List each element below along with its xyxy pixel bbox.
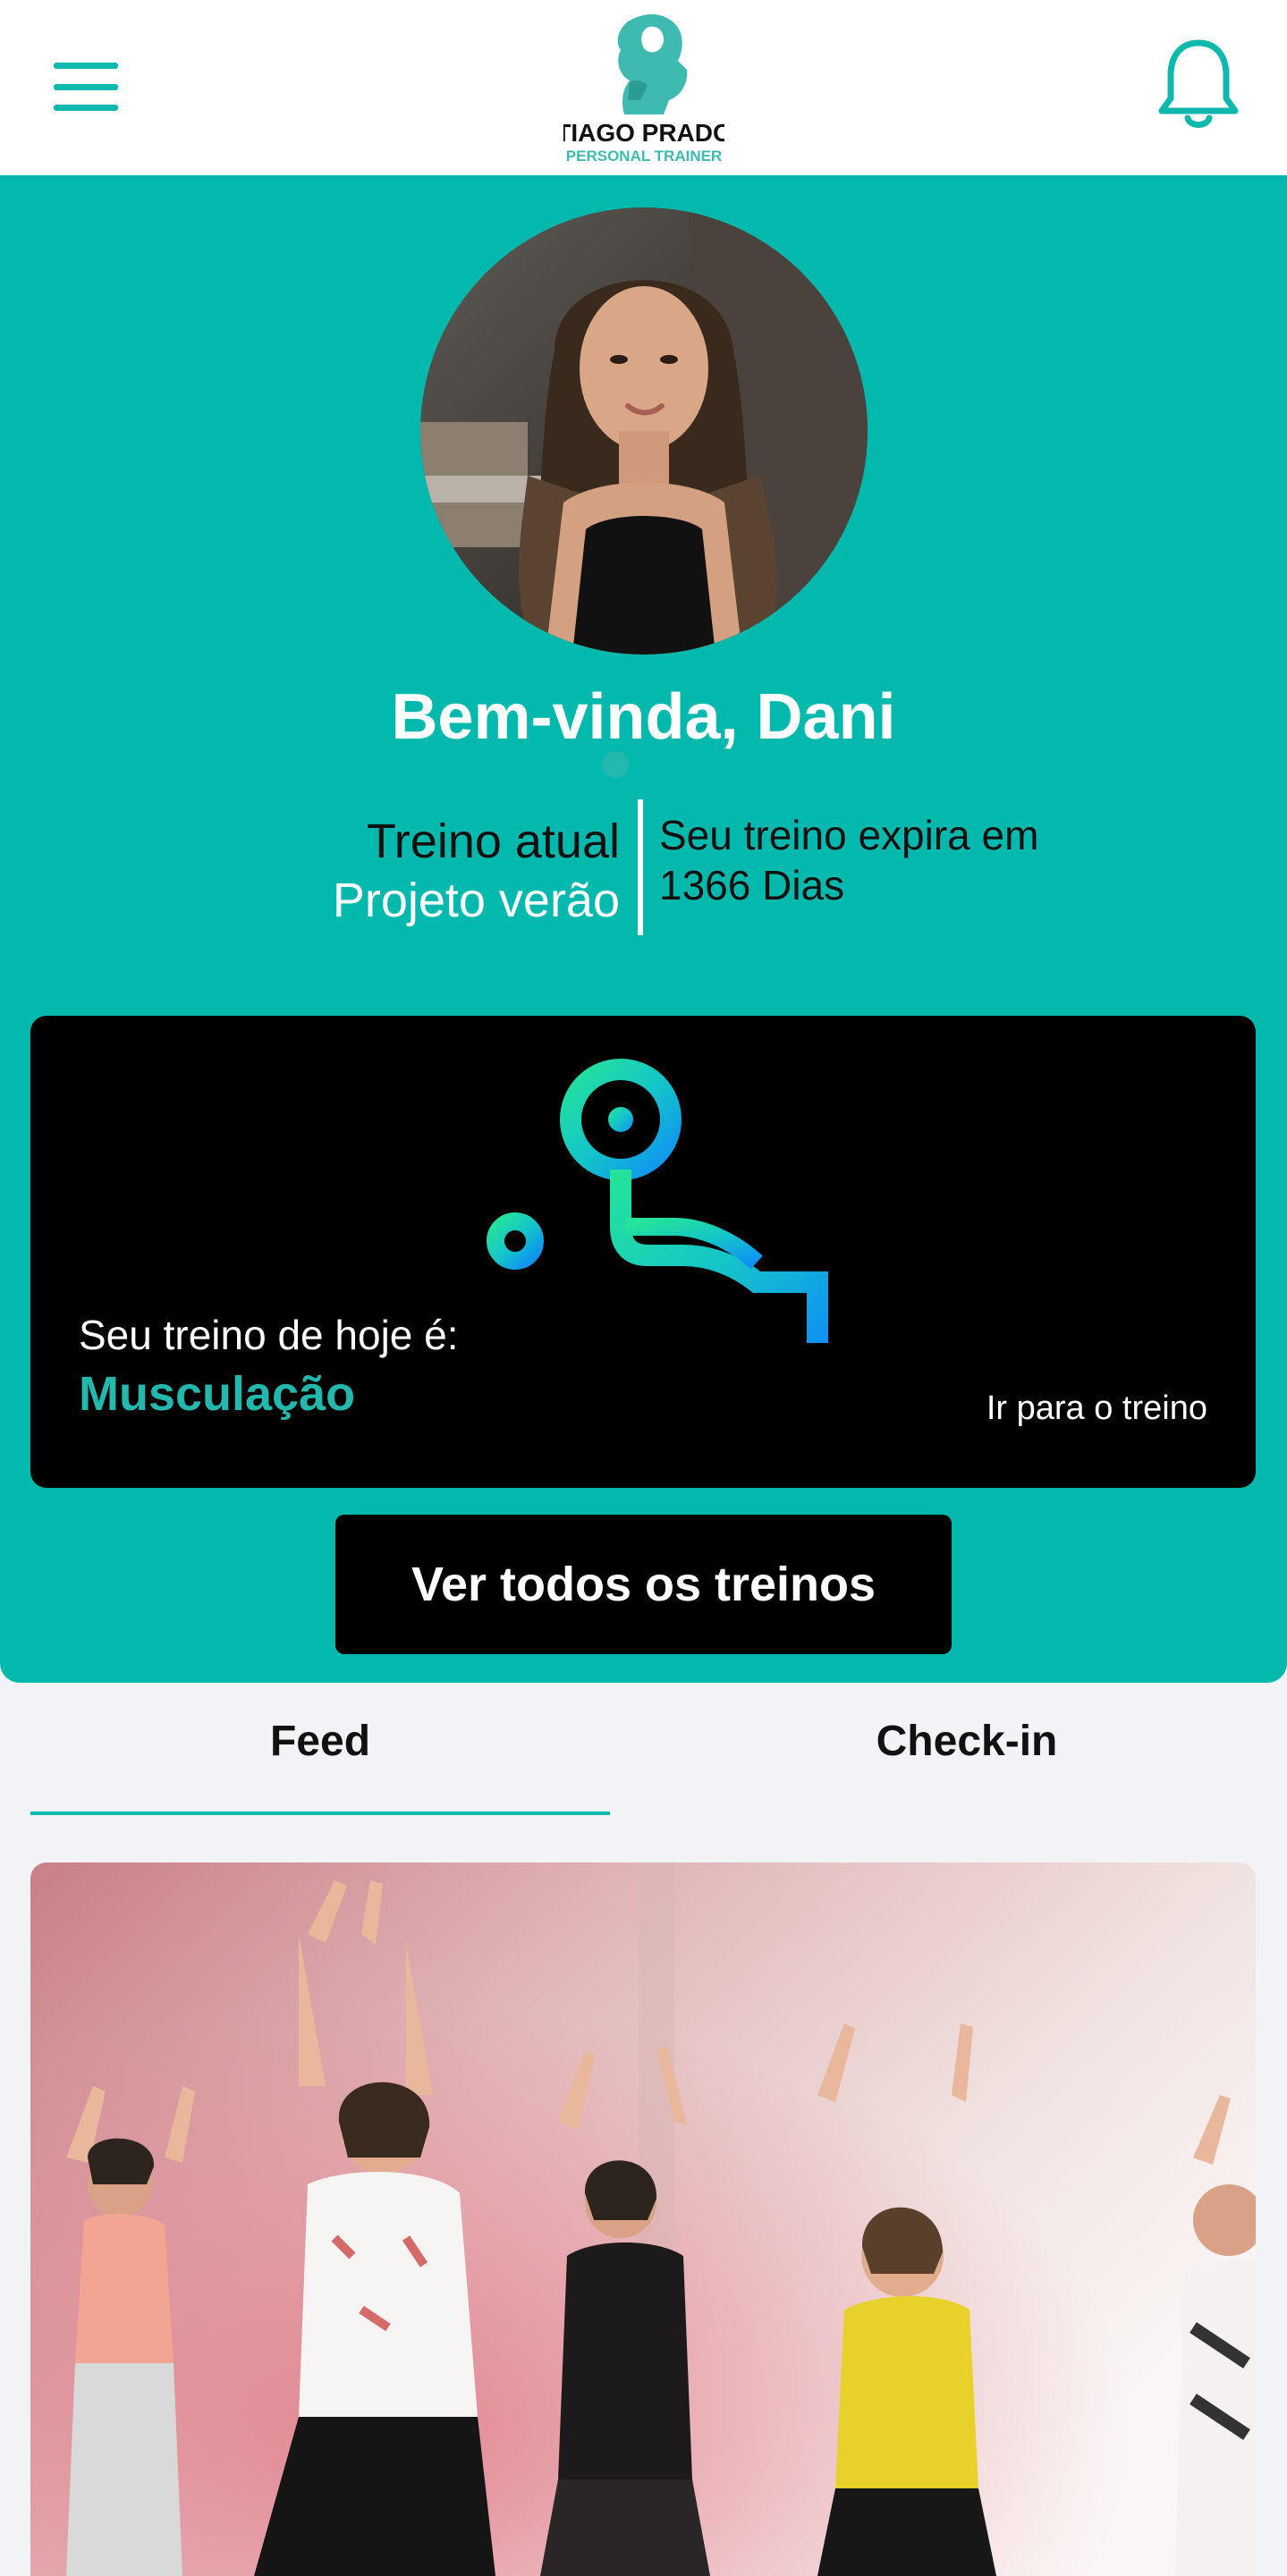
plan-expiry: Seu treino expira em 1366 Dias	[659, 810, 1038, 910]
today-workout-name: Musculação	[79, 1367, 356, 1421]
app-header: TIAGO PRADO PERSONAL TRAINER	[0, 0, 1287, 175]
current-plan: Treino atual Projeto verão	[333, 812, 620, 930]
carousel-indicator-dot[interactable]	[602, 751, 629, 778]
feed-post-image[interactable]	[30, 1862, 1256, 2576]
current-plan-name: Projeto verão	[332, 874, 620, 927]
view-all-workouts-button[interactable]: Ver todos os treinos	[335, 1515, 952, 1654]
avatar	[420, 207, 868, 655]
expiry-value: 1366 Dias	[659, 862, 845, 908]
weightlifting-icon	[487, 1059, 828, 1343]
bell-icon[interactable]	[1158, 36, 1239, 134]
welcome-heading: Bem-vinda, Dani	[391, 681, 896, 753]
go-to-workout-link[interactable]: Ir para o treino	[986, 1389, 1207, 1428]
hamburger-menu-icon[interactable]	[54, 63, 118, 111]
logo-subtitle: PERSONAL TRAINER	[566, 148, 722, 165]
today-workout-label: Seu treino de hoje é:	[79, 1312, 459, 1358]
tab-feed[interactable]: Feed	[30, 1717, 610, 1815]
logo-title: TIAGO PRADO	[563, 119, 724, 147]
plan-divider	[638, 799, 643, 935]
today-workout-card[interactable]: Seu treino de hoje é: Musculação Ir para…	[30, 1016, 1256, 1488]
current-plan-label: Treino atual	[366, 815, 620, 868]
expiry-label: Seu treino expira em	[659, 812, 1039, 858]
tab-check-in[interactable]: Check-in	[677, 1717, 1257, 1815]
profile-hero: Bem-vinda, Dani Treino atual Projeto ver…	[0, 175, 1287, 1683]
brand-logo: TIAGO PRADO PERSONAL TRAINER	[563, 13, 724, 165]
